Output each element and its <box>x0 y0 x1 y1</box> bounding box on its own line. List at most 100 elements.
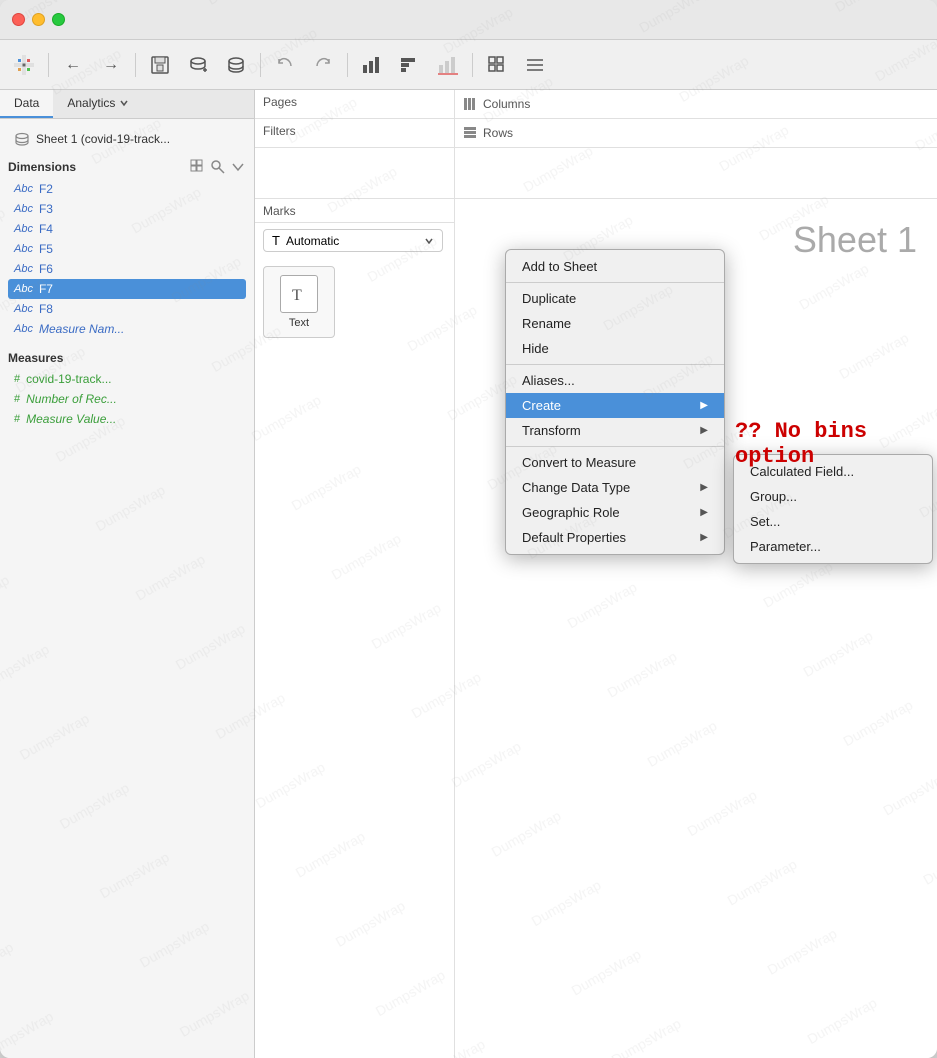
list-view-button[interactable] <box>519 49 551 81</box>
dim-item-f7[interactable]: Abc F7 <box>8 279 246 299</box>
submenu-item-calculated-field[interactable]: Calculated Field... <box>734 459 932 484</box>
save-button[interactable] <box>144 49 176 81</box>
menu-item-rename[interactable]: Rename <box>506 311 724 336</box>
search-icon[interactable] <box>210 159 226 175</box>
dim-name-f7: F7 <box>39 282 53 296</box>
change-data-type-arrow-icon: ▶ <box>700 482 708 493</box>
separator-3 <box>260 53 261 77</box>
menu-separator-2 <box>506 364 724 365</box>
menu-item-add-to-sheet[interactable]: Add to Sheet <box>506 254 724 279</box>
minimize-button[interactable] <box>32 13 45 26</box>
layout-button[interactable] <box>481 49 513 81</box>
dim-name-f2: F2 <box>39 182 53 196</box>
menu-item-change-data-type[interactable]: Change Data Type ▶ <box>506 475 724 500</box>
menu-item-geographic-role[interactable]: Geographic Role ▶ <box>506 500 724 525</box>
dim-item-measure-names[interactable]: Abc Measure Nam... <box>8 319 246 339</box>
separator-4 <box>347 53 348 77</box>
chart-type-1-button[interactable] <box>356 49 388 81</box>
menu-item-duplicate[interactable]: Duplicate <box>506 286 724 311</box>
menu-item-create[interactable]: Create ▶ <box>506 393 724 418</box>
menu-item-transform[interactable]: Transform ▶ <box>506 418 724 443</box>
dim-item-f6[interactable]: Abc F6 <box>8 259 246 279</box>
dim-name-f4: F4 <box>39 222 53 236</box>
measures-section: Measures # covid-19-track... # Number of… <box>8 351 246 429</box>
dim-name-measure-names: Measure Nam... <box>39 322 124 336</box>
menu-separator-3 <box>506 446 724 447</box>
dim-name-f8: F8 <box>39 302 53 316</box>
menu-item-default-properties[interactable]: Default Properties ▶ <box>506 525 724 550</box>
forward-button[interactable]: → <box>95 49 127 81</box>
dim-item-f3[interactable]: Abc F3 <box>8 199 246 219</box>
measure-name-values: Measure Value... <box>26 412 116 426</box>
add-datasource-button[interactable] <box>182 49 214 81</box>
measure-type-values: # <box>14 413 20 425</box>
dimensions-section-header: Dimensions <box>8 159 246 175</box>
maximize-button[interactable] <box>52 13 65 26</box>
menu-item-aliases[interactable]: Aliases... <box>506 368 724 393</box>
dimensions-label: Dimensions <box>8 160 76 174</box>
main-layout: Data Analytics <box>0 90 937 1058</box>
canvas-top-right <box>455 148 937 198</box>
menu-item-convert-to-measure[interactable]: Convert to Measure <box>506 450 724 475</box>
canvas-area: Pages Columns Filters <box>255 90 937 1058</box>
measures-section-header: Measures <box>8 351 246 365</box>
back-button[interactable]: ← <box>57 49 89 81</box>
geographic-role-arrow-icon: ▶ <box>700 507 708 518</box>
panel-tabs: Data Analytics <box>0 90 254 119</box>
measure-name-records: Number of Rec... <box>26 392 117 406</box>
chart-type-3-button[interactable] <box>432 49 464 81</box>
traffic-lights <box>12 13 65 26</box>
filters-content-row <box>255 148 937 199</box>
measure-item-num-records[interactable]: # Number of Rec... <box>8 389 246 409</box>
measure-name-covid: covid-19-track... <box>26 372 111 386</box>
dim-type-f8: Abc <box>14 303 33 315</box>
dim-type-f6: Abc <box>14 263 33 275</box>
tableau-logo-btn[interactable] <box>8 49 40 81</box>
chevron-down-icon[interactable] <box>230 159 246 175</box>
dim-item-f2[interactable]: Abc F2 <box>8 179 246 199</box>
transform-arrow-icon: ▶ <box>700 425 708 436</box>
submenu-item-set[interactable]: Set... <box>734 509 932 534</box>
dim-name-f5: F5 <box>39 242 53 256</box>
dim-type-f4: Abc <box>14 223 33 235</box>
canvas-main-area: Marks T Automatic <box>255 199 937 1058</box>
submenu-item-parameter[interactable]: Parameter... <box>734 534 932 559</box>
view-area: Sheet 1 Add to Sheet Duplicate <box>455 199 937 1058</box>
left-panel: Data Analytics <box>0 90 255 1058</box>
dim-type-f3: Abc <box>14 203 33 215</box>
measure-item-measure-values[interactable]: # Measure Value... <box>8 409 246 429</box>
database-icon <box>14 131 30 147</box>
app-window: ← → <box>0 0 937 1058</box>
tab-analytics[interactable]: Analytics <box>53 90 143 118</box>
separator-1 <box>48 53 49 77</box>
create-arrow-icon: ▶ <box>700 400 708 411</box>
tab-data[interactable]: Data <box>0 90 53 118</box>
dim-item-f4[interactable]: Abc F4 <box>8 219 246 239</box>
measures-label: Measures <box>8 351 63 365</box>
menu-item-hide[interactable]: Hide <box>506 336 724 361</box>
dim-type-f7: Abc <box>14 283 33 295</box>
measure-item-covid[interactable]: # covid-19-track... <box>8 369 246 389</box>
redo-button[interactable] <box>307 49 339 81</box>
submenu-item-group[interactable]: Group... <box>734 484 932 509</box>
chart-type-2-button[interactable] <box>394 49 426 81</box>
chevron-down-icon <box>119 98 129 108</box>
grid-icon[interactable] <box>190 159 206 175</box>
dim-name-f3: F3 <box>39 202 53 216</box>
panel-content: Sheet 1 (covid-19-track... Dimensions <box>0 119 254 1058</box>
datasource-button[interactable] <box>220 49 252 81</box>
rows-shelf: Rows <box>455 119 937 147</box>
dim-item-f8[interactable]: Abc F8 <box>8 299 246 319</box>
close-button[interactable] <box>12 13 25 26</box>
dim-type-f2: Abc <box>14 183 33 195</box>
undo-button[interactable] <box>269 49 301 81</box>
rows-row: Filters Rows <box>255 119 937 148</box>
dim-type-f5: Abc <box>14 243 33 255</box>
dim-name-f6: F6 <box>39 262 53 276</box>
dim-item-f5[interactable]: Abc F5 <box>8 239 246 259</box>
rows-label: Rows <box>483 126 513 140</box>
data-source-row[interactable]: Sheet 1 (covid-19-track... <box>8 127 246 151</box>
filters-section: Filters <box>255 119 455 147</box>
pages-row: Pages Columns <box>255 90 937 119</box>
separator-2 <box>135 53 136 77</box>
